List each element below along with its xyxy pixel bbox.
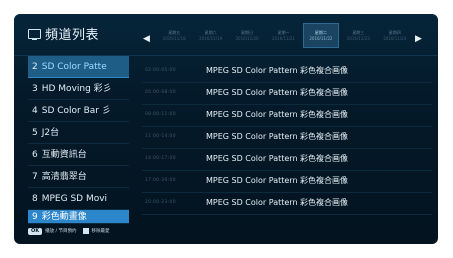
day-tabs: 星期五 2016/11/18 星期六 2016/11/19 星期日 2016/11/2… — [156, 23, 413, 48]
epg-screen: 頻道列表 ◀ 星期五 2016/11/18 星期六 2016/11/19 星期日 20… — [14, 14, 438, 244]
channel-name: SD Color Patte — [41, 62, 107, 72]
program-time: 08:00-11:00 — [145, 112, 176, 117]
program-time: 17:00-20:00 — [145, 178, 176, 183]
channel-number: 7 — [32, 172, 38, 182]
day-tab[interactable]: 星期四 2016/11/24 — [378, 23, 412, 48]
program-list: 02:00-05:00 MPEG SD Color Pattern 彩色複合画像 … — [142, 56, 432, 234]
next-day-arrow-icon[interactable]: ▶ — [415, 34, 422, 44]
program-title: MPEG SD Color Pattern 彩色複合画像 — [206, 154, 349, 163]
ok-key-icon: OK — [28, 227, 43, 235]
day-tab-date: 2016/11/23 — [346, 35, 370, 41]
day-tab[interactable]: 星期一 2016/11/21 — [266, 23, 300, 48]
channel-name: SD Color Bar 彡 — [41, 106, 111, 116]
day-tab-date: 2016/11/21 — [271, 35, 295, 41]
favorite-hint: 移除最愛 — [91, 229, 110, 234]
program-row[interactable]: 20:00-23:00 MPEG SD Color Pattern 彩色複合画像 — [142, 192, 432, 215]
key-hints: OK 播放 / 节目預约 移除最愛 — [28, 226, 110, 236]
day-tab[interactable]: 星期六 2016/11/19 — [193, 23, 227, 48]
day-tab-date: 2016/11/20 — [235, 35, 259, 41]
program-time: 20:00-23:00 — [145, 200, 176, 205]
day-tab[interactable]: 星期日 2016/11/20 — [230, 23, 264, 48]
program-row[interactable]: 05:00-08:00 MPEG SD Color Pattern 彩色複合画像 — [142, 82, 432, 105]
channel-name: 彩色動畫像 — [41, 212, 87, 222]
channel-name: HD Moving 彩彡 — [41, 84, 112, 94]
day-tab[interactable]: 星期三 2016/11/23 — [341, 23, 375, 48]
program-row[interactable]: 17:00-20:00 MPEG SD Color Pattern 彩色複合画像 — [142, 170, 432, 193]
program-row[interactable]: 14:00-17:00 MPEG SD Color Pattern 彩色複合画像 — [142, 148, 432, 171]
program-title: MPEG SD Color Pattern 彩色複合画像 — [206, 176, 349, 185]
day-tab-date: 2016/11/22 — [309, 35, 333, 41]
program-title: MPEG SD Color Pattern 彩色複合画像 — [206, 110, 349, 119]
program-title: MPEG SD Color Pattern 彩色複合画像 — [206, 88, 349, 97]
program-time: 11:00-14:00 — [145, 134, 176, 139]
channel-item[interactable]: 3 HD Moving 彩彡 — [28, 78, 129, 100]
channel-name: J2台 — [41, 128, 60, 138]
channel-item[interactable]: 7 高清翡翠台 — [28, 166, 129, 188]
program-row[interactable]: 08:00-11:00 MPEG SD Color Pattern 彩色複合画像 — [142, 104, 432, 127]
channel-name: 互動資訊台 — [41, 150, 87, 160]
day-tab-active[interactable]: 星期二 2016/11/22 — [302, 23, 340, 48]
program-title: MPEG SD Color Pattern 彩色複合画像 — [206, 66, 349, 75]
channel-list: 2 SD Color Patte 3 HD Moving 彩彡 4 SD Color … — [28, 56, 129, 234]
favorite-key-icon — [82, 228, 89, 234]
day-tab[interactable]: 星期五 2016/11/18 — [157, 23, 191, 48]
program-time: 14:00-17:00 — [145, 156, 176, 161]
channel-item[interactable]: 2 SD Color Patte — [28, 56, 129, 78]
program-row[interactable]: 11:00-14:00 MPEG SD Color Pattern 彩色複合画像 — [142, 126, 432, 149]
epg-header: 頻道列表 ◀ 星期五 2016/11/18 星期六 2016/11/19 星期日 20… — [14, 14, 438, 54]
program-row[interactable]: 02:00-05:00 MPEG SD Color Pattern 彩色複合画像 — [142, 60, 432, 83]
program-time: 02:00-05:00 — [145, 68, 176, 73]
channel-number: 3 — [32, 84, 38, 94]
channel-number: 6 — [32, 150, 38, 160]
tv-icon — [28, 29, 41, 41]
page-title: 頻道列表 — [45, 28, 100, 43]
channel-name: MPEG SD Movi — [41, 194, 108, 204]
channel-item[interactable]: 8 MPEG SD Movi — [28, 188, 129, 210]
channel-number: 9 — [32, 212, 38, 222]
ok-hint: 播放 / 节目預约 — [45, 229, 77, 234]
channel-item[interactable]: 6 互動資訊台 — [28, 144, 129, 166]
channel-number: 4 — [32, 106, 38, 116]
channel-number: 5 — [32, 128, 38, 138]
channel-name: 高清翡翠台 — [41, 172, 87, 182]
channel-item[interactable]: 4 SD Color Bar 彡 — [28, 100, 129, 122]
channel-number: 8 — [32, 194, 38, 204]
prev-day-arrow-icon[interactable]: ◀ — [143, 34, 150, 44]
day-tab-date: 2016/11/19 — [199, 35, 223, 41]
channel-item-selected[interactable]: 9 彩色動畫像 — [28, 210, 129, 224]
program-title: MPEG SD Color Pattern 彩色複合画像 — [206, 132, 349, 141]
program-title: MPEG SD Color Pattern 彩色複合画像 — [206, 198, 349, 207]
channel-item[interactable]: 5 J2台 — [28, 122, 129, 144]
program-time: 05:00-08:00 — [145, 90, 176, 95]
day-tab-date: 2016/11/18 — [162, 35, 186, 41]
channel-number: 2 — [32, 62, 38, 72]
day-tab-date: 2016/11/24 — [383, 35, 407, 41]
